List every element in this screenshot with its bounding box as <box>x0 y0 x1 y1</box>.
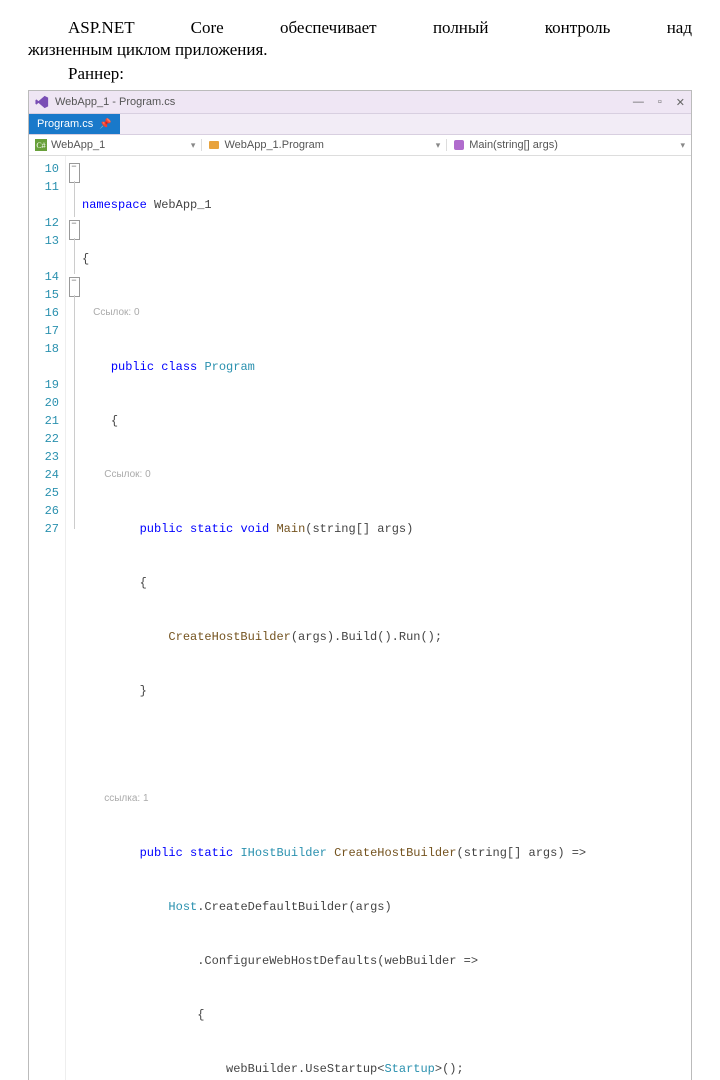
close-button[interactable]: ✕ <box>676 96 685 109</box>
maximize-button[interactable]: ▫ <box>658 96 662 109</box>
visual-studio-window: WebApp_1 - Program.cs — ▫ ✕ Program.cs 📌… <box>28 90 692 1080</box>
doc-paragraph: жизненным циклом приложения. <box>28 40 692 60</box>
csharp-icon: C# <box>35 139 47 151</box>
doc-paragraph: ASP.NET Core обеспечивает полный контрол… <box>28 18 692 38</box>
pin-icon[interactable]: 📌 <box>99 119 111 130</box>
visual-studio-icon <box>35 95 49 109</box>
breadcrumb-row: C# WebApp_1 ▾ WebApp_1.Program ▾ Main(st… <box>29 135 691 156</box>
breadcrumb-method[interactable]: Main(string[] args) ▾ <box>447 139 691 151</box>
window-titlebar: WebApp_1 - Program.cs — ▫ ✕ <box>29 91 691 114</box>
minimize-button[interactable]: — <box>633 96 644 109</box>
editor-tab-row: Program.cs 📌 <box>29 114 691 135</box>
window-title: WebApp_1 - Program.cs <box>55 96 175 108</box>
line-number-gutter: 1011.1213.1415161718.192021222324252627 <box>29 156 66 1080</box>
fold-toggle[interactable]: − <box>69 220 80 240</box>
editor-tab-active[interactable]: Program.cs 📌 <box>29 114 120 134</box>
svg-text:C#: C# <box>36 141 45 150</box>
code-lines[interactable]: namespace WebApp_1 { Ссылок: 0 public cl… <box>82 156 586 1080</box>
doc-paragraph: Раннер: <box>28 64 692 84</box>
breadcrumb-label: Main(string[] args) <box>469 139 558 151</box>
chevron-down-icon: ▾ <box>191 140 196 151</box>
chevron-down-icon: ▾ <box>436 140 441 151</box>
fold-toggle[interactable]: − <box>69 277 80 297</box>
method-icon <box>453 139 465 151</box>
document-text: ASP.NET Core обеспечивает полный контрол… <box>0 0 720 84</box>
class-icon <box>208 139 220 151</box>
code-editor[interactable]: 1011.1213.1415161718.192021222324252627 … <box>29 156 691 1080</box>
breadcrumb-class[interactable]: WebApp_1.Program ▾ <box>202 139 447 151</box>
window-controls: — ▫ ✕ <box>633 96 685 109</box>
breadcrumb-label: WebApp_1 <box>51 139 105 151</box>
breadcrumb-project[interactable]: C# WebApp_1 ▾ <box>29 139 202 151</box>
breadcrumb-label: WebApp_1.Program <box>224 139 323 151</box>
tab-label: Program.cs <box>37 118 93 130</box>
fold-column: − − − <box>66 156 82 1080</box>
chevron-down-icon: ▾ <box>680 140 685 151</box>
fold-toggle[interactable]: − <box>69 163 80 183</box>
